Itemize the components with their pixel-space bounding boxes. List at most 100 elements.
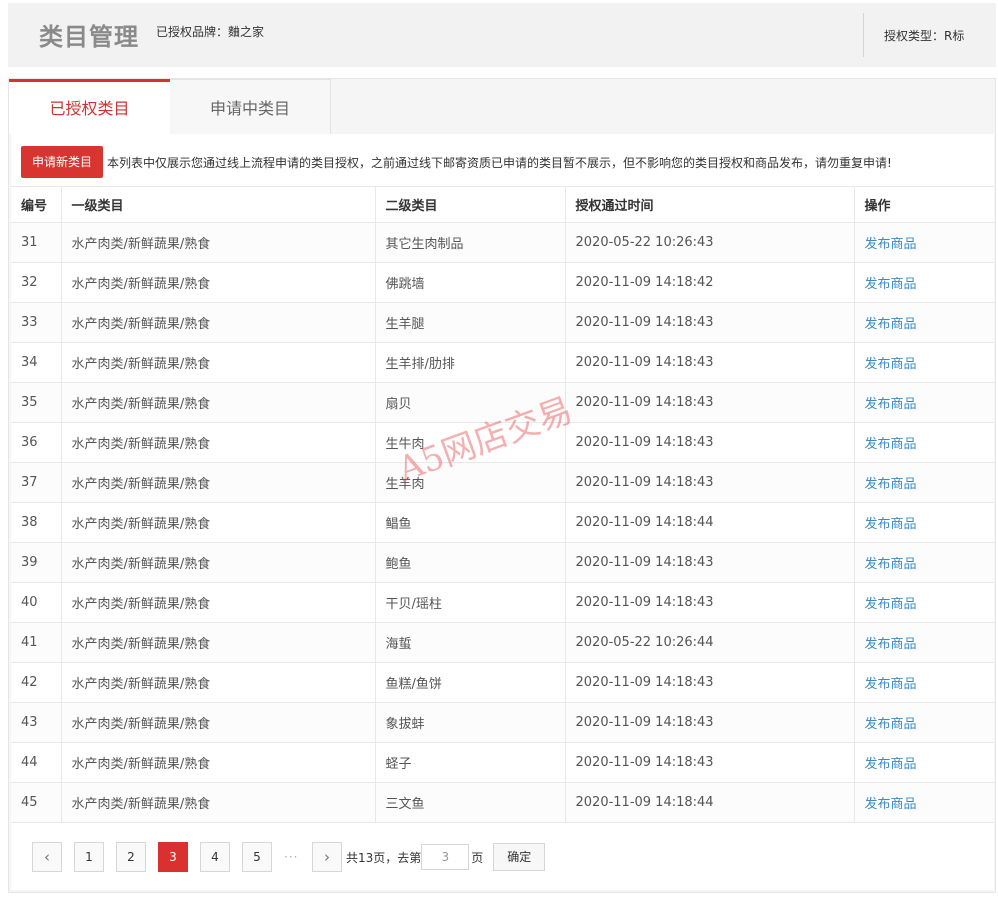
cell-id: 37 xyxy=(11,462,61,503)
column-header-level1: 一级类目 xyxy=(60,186,375,223)
cell-time: 2020-11-09 14:18:42 xyxy=(564,262,854,303)
cell-time: 2020-11-09 14:18:44 xyxy=(564,502,854,543)
cell-time: 2020-11-09 14:18:43 xyxy=(564,662,854,703)
page-button-2[interactable]: 2 xyxy=(116,842,146,872)
cell-action: 发布商品 xyxy=(853,222,994,263)
column-header-action: 操作 xyxy=(853,186,994,223)
pagination: ‹ 1 2 3 4 5 ··· › 共13页，去第 页 确定 xyxy=(32,842,546,872)
chevron-right-icon: › xyxy=(324,848,330,866)
publish-product-link[interactable]: 发布商品 xyxy=(865,557,917,572)
page-title: 类目管理 xyxy=(39,23,139,51)
cell-level2: 扇贝 xyxy=(374,382,565,423)
cell-action: 发布商品 xyxy=(853,582,994,623)
cell-level2: 三文鱼 xyxy=(374,782,565,823)
tab-pending-categories[interactable]: 申请中类目 xyxy=(170,79,331,134)
cell-time: 2020-11-09 14:18:43 xyxy=(564,422,854,463)
cell-level2: 海蜇 xyxy=(374,622,565,663)
publish-product-link[interactable]: 发布商品 xyxy=(865,277,917,292)
apply-new-category-button[interactable]: 申请新类目 xyxy=(21,146,104,178)
publish-product-link[interactable]: 发布商品 xyxy=(865,317,917,332)
cell-id: 35 xyxy=(11,382,61,423)
cell-level2: 鲍鱼 xyxy=(374,542,565,583)
header-divider xyxy=(863,13,864,57)
cell-id: 32 xyxy=(11,262,61,303)
cell-action: 发布商品 xyxy=(853,662,994,703)
cell-action: 发布商品 xyxy=(853,782,994,823)
cell-level2: 生羊排/肋排 xyxy=(374,342,565,383)
cell-action: 发布商品 xyxy=(853,462,994,503)
tab-authorized-categories[interactable]: 已授权类目 xyxy=(9,79,170,134)
cell-level1: 水产肉类/新鲜蔬果/熟食 xyxy=(60,742,375,783)
cell-level2: 生羊肉 xyxy=(374,462,565,503)
cell-level1: 水产肉类/新鲜蔬果/熟食 xyxy=(60,382,375,423)
cell-id: 43 xyxy=(11,702,61,743)
cell-level2: 干贝/瑶柱 xyxy=(374,582,565,623)
table-body: 31 水产肉类/新鲜蔬果/熟食 其它生肉制品 2020-05-22 10:26:43 发… xyxy=(11,222,994,823)
publish-product-link[interactable]: 发布商品 xyxy=(865,717,917,732)
page-button-5[interactable]: 5 xyxy=(242,842,272,872)
cell-level2: 鱼糕/鱼饼 xyxy=(374,662,565,703)
table-row: 41 水产肉类/新鲜蔬果/熟食 海蜇 2020-05-22 10:26:44 发布商品 xyxy=(11,622,994,663)
cell-level1: 水产肉类/新鲜蔬果/熟食 xyxy=(60,422,375,463)
cell-level1: 水产肉类/新鲜蔬果/熟食 xyxy=(60,342,375,383)
cell-time: 2020-11-09 14:18:43 xyxy=(564,742,854,783)
publish-product-link[interactable]: 发布商品 xyxy=(865,437,917,452)
cell-action: 发布商品 xyxy=(853,702,994,743)
cell-level1: 水产肉类/新鲜蔬果/熟食 xyxy=(60,502,375,543)
page-button-4[interactable]: 4 xyxy=(200,842,230,872)
cell-id: 39 xyxy=(11,542,61,583)
cell-level1: 水产肉类/新鲜蔬果/熟食 xyxy=(60,302,375,343)
cell-level2: 鲳鱼 xyxy=(374,502,565,543)
publish-product-link[interactable]: 发布商品 xyxy=(865,357,917,372)
cell-level2: 蛏子 xyxy=(374,742,565,783)
cell-action: 发布商品 xyxy=(853,622,994,663)
column-header-level2: 二级类目 xyxy=(374,186,565,223)
cell-action: 发布商品 xyxy=(853,502,994,543)
cell-id: 36 xyxy=(11,422,61,463)
publish-product-link[interactable]: 发布商品 xyxy=(865,757,917,772)
category-panel: 已授权类目 申请中类目 申请新类目 本列表中仅展示您通过线上流程申请的类目授权，… xyxy=(8,78,996,893)
publish-product-link[interactable]: 发布商品 xyxy=(865,677,917,692)
publish-product-link[interactable]: 发布商品 xyxy=(865,477,917,492)
tab-bar: 已授权类目 申请中类目 xyxy=(9,79,997,135)
table-row: 45 水产肉类/新鲜蔬果/熟食 三文鱼 2020-11-09 14:18:44 发布商品 xyxy=(11,782,994,823)
authorized-brand: 已授权品牌：麯之家 xyxy=(156,25,265,39)
cell-id: 33 xyxy=(11,302,61,343)
publish-product-link[interactable]: 发布商品 xyxy=(865,237,917,252)
chevron-left-icon: ‹ xyxy=(44,848,50,866)
page-button-1[interactable]: 1 xyxy=(74,842,104,872)
table-row: 33 水产肉类/新鲜蔬果/熟食 生羊腿 2020-11-09 14:18:43 发布商品 xyxy=(11,302,994,343)
publish-product-link[interactable]: 发布商品 xyxy=(865,637,917,652)
publish-product-link[interactable]: 发布商品 xyxy=(865,397,917,412)
cell-level2: 佛跳墙 xyxy=(374,262,565,303)
cell-level1: 水产肉类/新鲜蔬果/熟食 xyxy=(60,222,375,263)
cell-level1: 水产肉类/新鲜蔬果/熟食 xyxy=(60,702,375,743)
cell-action: 发布商品 xyxy=(853,302,994,343)
cell-id: 40 xyxy=(11,582,61,623)
table-header-row: 编号 一级类目 二级类目 授权通过时间 操作 xyxy=(11,186,994,223)
page-number-input[interactable] xyxy=(421,844,470,870)
cell-action: 发布商品 xyxy=(853,382,994,423)
cell-level2: 生羊腿 xyxy=(374,302,565,343)
cell-time: 2020-05-22 10:26:43 xyxy=(564,222,854,263)
publish-product-link[interactable]: 发布商品 xyxy=(865,797,917,812)
table-row: 42 水产肉类/新鲜蔬果/熟食 鱼糕/鱼饼 2020-11-09 14:18:43 发布… xyxy=(11,662,994,703)
next-page-button[interactable]: › xyxy=(312,842,342,872)
confirm-page-button[interactable]: 确定 xyxy=(493,843,546,871)
notice-text: 本列表中仅展示您通过线上流程申请的类目授权，之前通过线下邮寄资质已申请的类目暂不… xyxy=(107,155,892,170)
cell-level2: 生牛肉 xyxy=(374,422,565,463)
page-button-3-current[interactable]: 3 xyxy=(158,842,188,872)
cell-level1: 水产肉类/新鲜蔬果/熟食 xyxy=(60,782,375,823)
cell-time: 2020-11-09 14:18:43 xyxy=(564,382,854,423)
prev-page-button[interactable]: ‹ xyxy=(32,842,62,872)
table-row: 37 水产肉类/新鲜蔬果/熟食 生羊肉 2020-11-09 14:18:43 发布商品 xyxy=(11,462,994,503)
cell-time: 2020-11-09 14:18:44 xyxy=(564,782,854,823)
cell-id: 44 xyxy=(11,742,61,783)
table-row: 34 水产肉类/新鲜蔬果/熟食 生羊排/肋排 2020-11-09 14:18:43 发… xyxy=(11,342,994,383)
notice-bar: 申请新类目 本列表中仅展示您通过线上流程申请的类目授权，之前通过线下邮寄资质已申… xyxy=(21,146,892,178)
publish-product-link[interactable]: 发布商品 xyxy=(865,597,917,612)
cell-time: 2020-11-09 14:18:43 xyxy=(564,302,854,343)
cell-time: 2020-11-09 14:18:43 xyxy=(564,702,854,743)
table-row: 35 水产肉类/新鲜蔬果/熟食 扇贝 2020-11-09 14:18:43 发布商品 xyxy=(11,382,994,423)
publish-product-link[interactable]: 发布商品 xyxy=(865,517,917,532)
